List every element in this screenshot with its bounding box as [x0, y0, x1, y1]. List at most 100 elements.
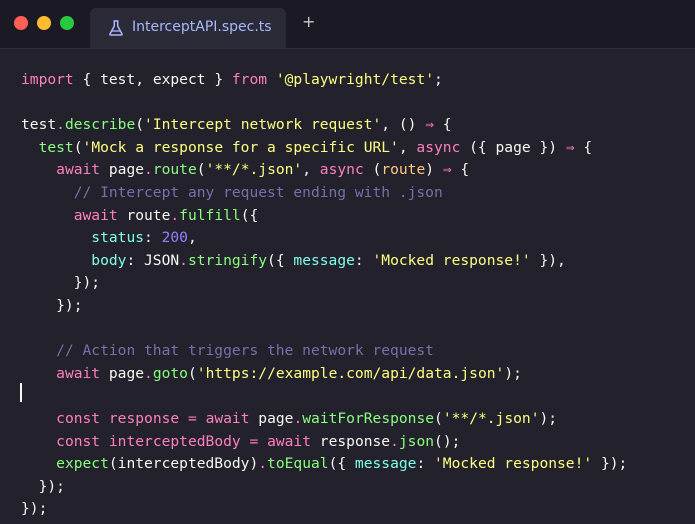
code-line[interactable]: const interceptedBody = await response.j…	[21, 431, 627, 454]
code-token: ,	[135, 71, 153, 88]
code-token: , ()	[381, 116, 426, 134]
code-token: });	[21, 477, 65, 495]
code-token: ({	[267, 251, 294, 269]
title-bar: InterceptAPI.spec.ts +	[0, 0, 695, 48]
code-line[interactable]: expect(interceptedBody).toEqual({ messag…	[21, 453, 627, 476]
code-line[interactable]: });	[21, 295, 627, 318]
code-token: 'Intercept network request'	[144, 116, 382, 134]
code-token: (	[434, 409, 443, 427]
code-line[interactable]: // Intercept any request ending with .js…	[21, 182, 627, 205]
code-token: message	[293, 251, 355, 269]
code-token: :	[144, 229, 162, 247]
code-line[interactable]: const response = await page.waitForRespo…	[21, 408, 627, 431]
code-token: (	[196, 161, 206, 179]
code-editor[interactable]: import { test, expect } from '@playwrigh…	[0, 48, 695, 524]
code-line[interactable]: status: 200,	[21, 227, 627, 250]
code-token: });	[21, 500, 48, 518]
code-token: test	[100, 71, 136, 88]
code-token: .	[144, 161, 153, 179]
code-token: ();	[434, 432, 461, 450]
code-line[interactable]	[21, 385, 627, 408]
code-token: ;	[434, 71, 443, 88]
code-token: await	[56, 161, 101, 179]
code-token: '**/*.json'	[442, 409, 540, 427]
minimize-window-button[interactable]	[37, 16, 51, 30]
code-token: route	[152, 161, 197, 179]
code-token: {	[451, 161, 470, 179]
code-token: .	[258, 455, 268, 473]
code-token: page	[495, 138, 531, 156]
code-token: }),	[530, 251, 566, 269]
code-line[interactable]: });	[21, 272, 627, 295]
code-line[interactable]: import { test, expect } from '@playwrigh…	[21, 69, 627, 92]
code-content[interactable]: import { test, expect } from '@playwrigh…	[21, 69, 627, 521]
code-token: .	[293, 409, 303, 427]
code-token: =	[187, 409, 197, 427]
code-line[interactable]: // Action that triggers the network requ…	[21, 340, 627, 363]
code-line[interactable]: body: JSON.stringify({ message: 'Mocked …	[21, 250, 627, 273]
code-token: page	[100, 364, 145, 382]
code-token: body	[91, 251, 127, 269]
code-token: route	[117, 206, 171, 224]
code-line[interactable]	[21, 92, 627, 115]
code-token: async	[416, 138, 461, 156]
code-token: .	[170, 206, 180, 224]
code-token: (	[135, 116, 145, 134]
code-token: const	[56, 409, 101, 427]
code-line[interactable]: await page.route('**/*.json', async (rou…	[21, 159, 627, 182]
code-token: 'Mock a response for a specific URL'	[82, 138, 399, 156]
code-token: 'https://example.com/api/data.json'	[196, 364, 505, 382]
code-token: );	[539, 409, 558, 427]
code-token: test	[38, 138, 74, 156]
code-line[interactable]: await route.fulfill({	[21, 205, 627, 228]
code-token: page	[249, 409, 294, 427]
code-line[interactable]: });	[21, 476, 627, 499]
code-token: ,	[398, 138, 417, 156]
code-token: .	[56, 116, 65, 134]
code-token: :	[354, 251, 373, 269]
flask-icon	[109, 20, 123, 36]
tab-interceptapi-spec[interactable]: InterceptAPI.spec.ts	[90, 8, 286, 48]
code-line[interactable]: });	[21, 498, 627, 521]
code-token: stringify	[187, 251, 268, 269]
code-token: from	[231, 71, 268, 88]
code-token: ({	[240, 206, 259, 224]
maximize-window-button[interactable]	[60, 16, 74, 30]
code-line[interactable]: test('Mock a response for a specific URL…	[21, 137, 627, 160]
code-token: 200	[161, 229, 188, 247]
code-token: test	[21, 116, 57, 134]
code-token: (interceptedBody)	[108, 455, 259, 473]
code-token: ⇒	[565, 138, 575, 156]
code-token: .	[179, 251, 188, 269]
code-token: ({	[460, 138, 496, 156]
code-token: message	[354, 455, 417, 473]
code-token: // Action that triggers the network requ…	[56, 342, 434, 360]
code-token: (	[363, 161, 382, 179]
code-token: // Intercept any request ending with .js…	[73, 183, 443, 201]
code-token: ,	[302, 161, 320, 179]
code-token: : JSON	[126, 251, 180, 269]
code-token: response	[108, 409, 180, 427]
new-tab-button[interactable]: +	[302, 13, 315, 31]
code-token: 'Mocked response!'	[434, 455, 593, 473]
code-line[interactable]: test.describe('Intercept network request…	[21, 114, 627, 137]
code-line[interactable]: await page.goto('https://example.com/api…	[21, 363, 627, 386]
code-token: });	[592, 455, 628, 473]
code-token: fulfill	[179, 206, 241, 224]
code-token: expect	[152, 71, 206, 88]
code-token: '@playwright/test'	[275, 71, 434, 88]
code-token: await	[267, 432, 312, 450]
code-line[interactable]	[21, 318, 627, 341]
close-window-button[interactable]	[14, 16, 28, 30]
